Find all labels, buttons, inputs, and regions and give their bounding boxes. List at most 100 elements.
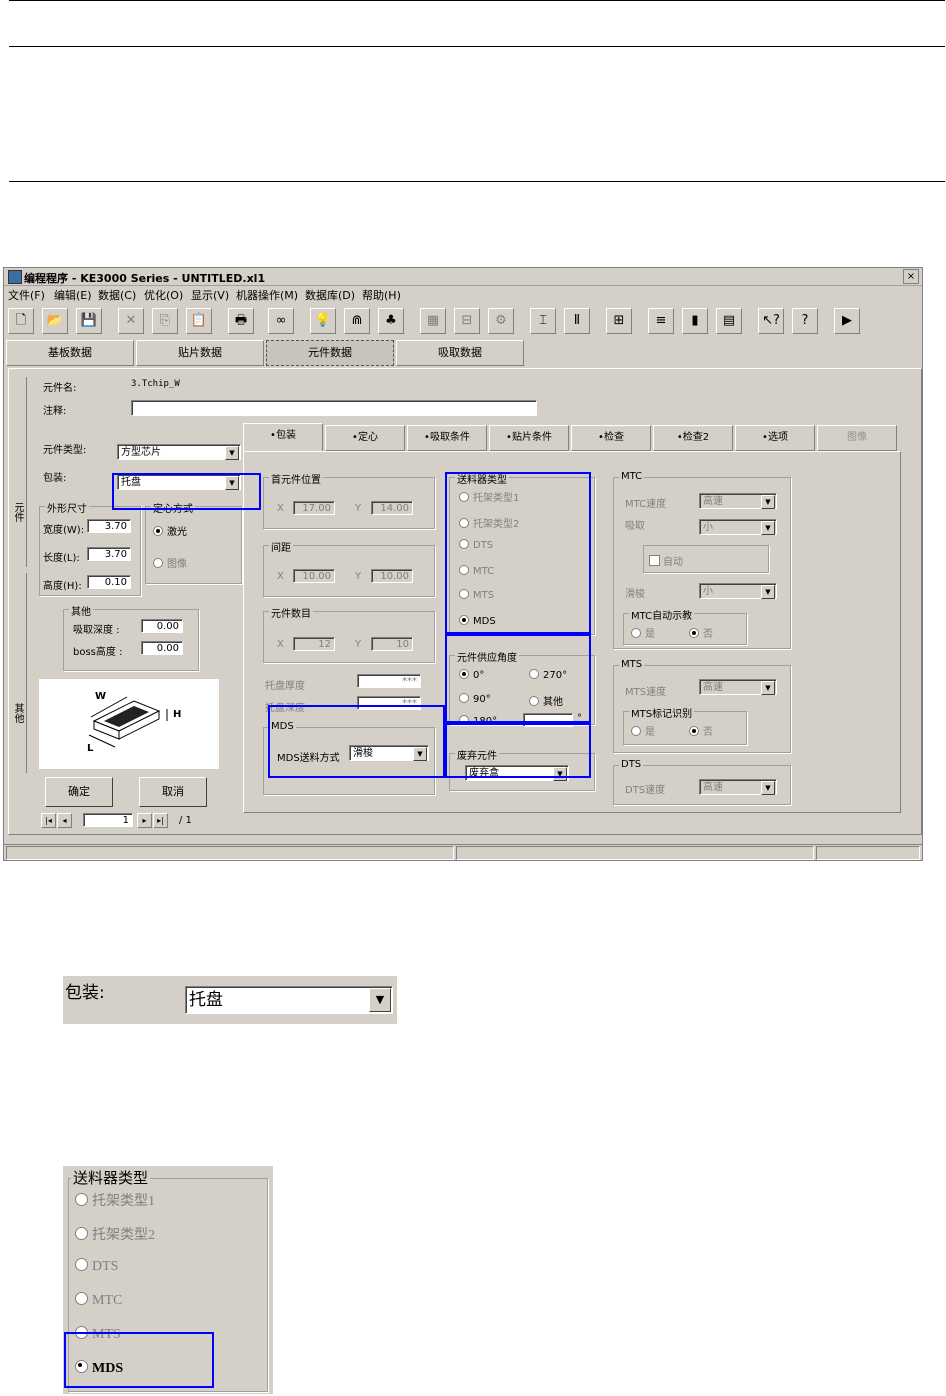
side-tab-part[interactable]: 元件 — [9, 377, 27, 567]
ok-button[interactable]: 确定 — [45, 777, 113, 807]
record-navigator: |◂ ◂ 1 ▸ ▸| / 1 — [39, 811, 229, 829]
new-file-icon[interactable]: 🗋 — [8, 308, 34, 334]
tab-centering[interactable]: •定心 — [325, 425, 405, 451]
chevron-down-icon[interactable]: ▼ — [369, 988, 391, 1012]
dts-speed-label: DTS速度 — [625, 785, 666, 796]
component-icon[interactable]: Ⅱ — [564, 308, 590, 334]
grid-icon[interactable]: ▦ — [420, 308, 446, 334]
radio-checked-icon — [153, 526, 163, 536]
cancel-button[interactable]: 取消 — [139, 777, 207, 807]
zoom-feeder-radio-mtc[interactable]: MTC — [75, 1292, 122, 1309]
mtc-teach-no-radio[interactable]: 否 — [689, 625, 713, 640]
save-icon[interactable]: 💾 — [76, 308, 102, 334]
binoculars-icon[interactable]: ∞ — [268, 308, 294, 334]
next-record-icon[interactable]: ▸ — [137, 813, 152, 828]
count-y-field[interactable]: 10 — [371, 637, 413, 651]
tab-place-condition[interactable]: •贴片条件 — [489, 425, 569, 451]
mts-mark-no-radio[interactable]: 否 — [689, 723, 713, 738]
centering-image-radio[interactable]: 图像 — [153, 555, 187, 570]
chevron-down-icon[interactable]: ▼ — [761, 521, 775, 535]
checkbox-empty-icon — [649, 555, 660, 566]
delete-icon[interactable]: ✕ — [118, 308, 144, 334]
radio-checked-icon — [689, 628, 699, 638]
mtc-teach-yes-radio[interactable]: 是 — [631, 625, 655, 640]
exit-icon[interactable]: ▶ — [834, 308, 860, 334]
height-field[interactable]: 0.10 — [87, 575, 131, 589]
length-field[interactable]: 3.70 — [87, 547, 131, 561]
menu-edit[interactable]: 编辑(E) — [54, 287, 92, 303]
molecule-icon[interactable]: ♣ — [378, 308, 404, 334]
page-field[interactable]: 1 — [83, 813, 133, 827]
help-icon[interactable]: ? — [792, 308, 818, 334]
tab-image[interactable]: 图像 — [817, 425, 897, 451]
chevron-down-icon[interactable]: ▼ — [761, 781, 775, 795]
comment-field[interactable] — [131, 400, 537, 416]
dts-speed-select[interactable]: 高速 ▼ — [699, 779, 777, 795]
document-icon[interactable]: ▤ — [716, 308, 742, 334]
chevron-down-icon[interactable]: ▼ — [225, 446, 239, 460]
tab-pick-data[interactable]: 吸取数据 — [396, 340, 524, 366]
zoom-package-label: 包装: — [65, 983, 105, 1003]
pick-select[interactable]: 小 ▼ — [699, 519, 777, 535]
part-type-select[interactable]: 方型芯片 ▼ — [117, 444, 241, 460]
tab-pick-condition[interactable]: •吸取条件 — [407, 425, 487, 451]
prev-record-icon[interactable]: ◂ — [57, 813, 72, 828]
copy-icon[interactable]: ⎘ — [152, 308, 178, 334]
print-icon[interactable]: 🖶 — [228, 308, 254, 334]
book-icon[interactable]: ▮ — [682, 308, 708, 334]
help-pointer-icon[interactable]: ↖? — [758, 308, 784, 334]
zoom-feeder-radio-1[interactable]: 托架类型1 — [75, 1190, 155, 1210]
auto-checkbox[interactable]: 自动 — [649, 553, 683, 568]
mts-speed-select[interactable]: 高速 ▼ — [699, 679, 777, 695]
tab-inspection[interactable]: •检查 — [571, 425, 651, 451]
centering-laser-label: 激光 — [167, 527, 187, 538]
adjust-icon[interactable]: ⊞ — [606, 308, 632, 334]
tab-packing[interactable]: •包装 — [243, 423, 323, 452]
centering-laser-radio[interactable]: 激光 — [153, 523, 187, 538]
pick-depth-field[interactable]: 0.00 — [141, 619, 183, 633]
magnet-icon[interactable]: ⋒ — [344, 308, 370, 334]
menu-data[interactable]: 数据(C) — [98, 287, 136, 303]
menu-file[interactable]: 文件(F) — [8, 287, 45, 303]
settings-icon[interactable]: ⚙ — [488, 308, 514, 334]
tray-icon[interactable]: ⊟ — [454, 308, 480, 334]
open-folder-icon[interactable]: 📂 — [42, 308, 68, 334]
first-x-field[interactable]: 17.00 — [293, 501, 335, 515]
count-x-field[interactable]: 12 — [293, 637, 335, 651]
align-icon[interactable]: ⌶ — [530, 308, 556, 334]
tab-inspection2[interactable]: •检查2 — [653, 425, 733, 451]
chevron-down-icon[interactable]: ▼ — [761, 495, 775, 509]
zoom-feeder-radio-dts[interactable]: DTS — [75, 1258, 118, 1275]
feeder-icon[interactable]: ≡ — [648, 308, 674, 334]
first-record-icon[interactable]: |◂ — [41, 813, 56, 828]
chevron-down-icon[interactable]: ▼ — [761, 681, 775, 695]
tray-thickness-field[interactable]: *** — [357, 674, 421, 688]
menu-view[interactable]: 显示(V) — [191, 287, 229, 303]
menu-help[interactable]: 帮助(H) — [362, 287, 401, 303]
close-icon[interactable]: × — [903, 269, 919, 284]
lightbulb-icon[interactable]: 💡 — [310, 308, 336, 334]
menu-optimize[interactable]: 优化(O) — [144, 287, 183, 303]
mts-mark-yes-radio[interactable]: 是 — [631, 723, 655, 738]
tab-options[interactable]: •选项 — [735, 425, 815, 451]
width-field[interactable]: 3.70 — [87, 519, 131, 533]
menu-machine[interactable]: 机器操作(M) — [236, 287, 298, 303]
mtc-speed-select[interactable]: 高速 ▼ — [699, 493, 777, 509]
zoom-feeder-radio-2[interactable]: 托架类型2 — [75, 1224, 155, 1244]
shuttle-select[interactable]: 小 ▼ — [699, 583, 777, 599]
pitch-x-field[interactable]: 10.00 — [293, 569, 335, 583]
tab-centering-label: 定心 — [357, 432, 378, 443]
radio-empty-icon — [75, 1193, 88, 1206]
chevron-down-icon[interactable]: ▼ — [761, 585, 775, 599]
tab-part-data[interactable]: 元件数据 — [266, 340, 394, 366]
paste-icon[interactable]: 📋 — [186, 308, 212, 334]
side-tab-other[interactable]: 其他 — [9, 573, 27, 773]
tab-board-data[interactable]: 基板数据 — [6, 340, 134, 366]
boss-height-field[interactable]: 0.00 — [141, 641, 183, 655]
tab-placement-data[interactable]: 贴片数据 — [136, 340, 264, 366]
last-record-icon[interactable]: ▸| — [153, 813, 168, 828]
menu-database[interactable]: 数据库(D) — [305, 287, 355, 303]
pitch-y-field[interactable]: 10.00 — [371, 569, 413, 583]
first-y-field[interactable]: 14.00 — [371, 501, 413, 515]
zoom-package-select[interactable]: 托盘 ▼ — [185, 986, 393, 1014]
